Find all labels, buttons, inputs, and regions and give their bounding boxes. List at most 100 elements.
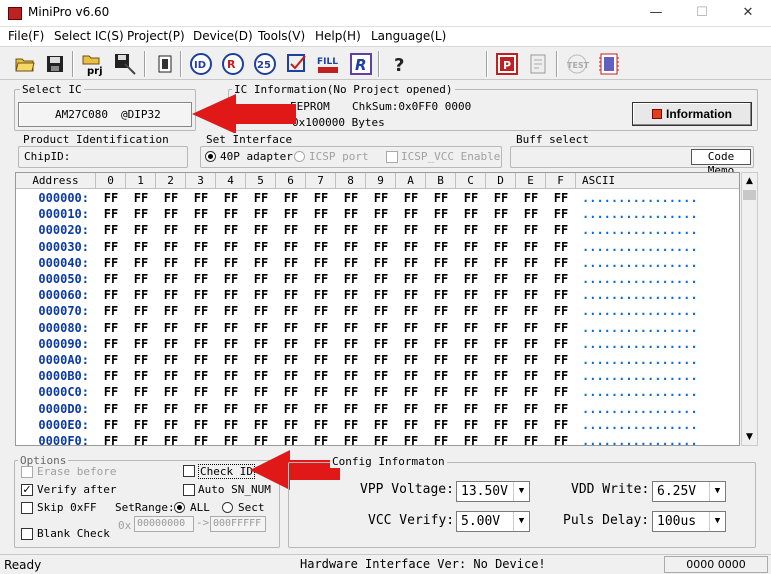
hex-cell[interactable]: FF: [216, 256, 246, 270]
hex-cell[interactable]: FF: [486, 353, 516, 367]
hex-cell[interactable]: FF: [486, 240, 516, 254]
read-id-icon[interactable]: ID: [188, 51, 214, 77]
hex-cell[interactable]: FF: [546, 207, 576, 221]
hex-cell[interactable]: FF: [246, 353, 276, 367]
hex-cell[interactable]: FF: [156, 402, 186, 416]
hex-cell[interactable]: FF: [156, 434, 186, 445]
ascii-cell[interactable]: ................: [582, 288, 698, 302]
ascii-cell[interactable]: ................: [582, 272, 698, 286]
hex-cell[interactable]: FF: [426, 434, 456, 445]
hex-cell[interactable]: FF: [516, 369, 546, 383]
hex-cell[interactable]: FF: [546, 240, 576, 254]
hex-cell[interactable]: FF: [396, 240, 426, 254]
hex-cell[interactable]: FF: [276, 272, 306, 286]
hex-cell[interactable]: FF: [186, 223, 216, 237]
hex-cell[interactable]: FF: [396, 321, 426, 335]
hex-cell[interactable]: FF: [246, 321, 276, 335]
hex-cell[interactable]: FF: [426, 272, 456, 286]
hex-cell[interactable]: FF: [546, 223, 576, 237]
hex-cell[interactable]: FF: [96, 337, 126, 351]
production-icon[interactable]: P: [494, 51, 520, 77]
hex-cell[interactable]: FF: [126, 369, 156, 383]
hex-cell[interactable]: FF: [186, 256, 216, 270]
hex-cell[interactable]: FF: [216, 369, 246, 383]
hex-cell[interactable]: FF: [306, 304, 336, 318]
hex-cell[interactable]: FF: [156, 207, 186, 221]
hex-cell[interactable]: FF: [306, 434, 336, 445]
hex-cell[interactable]: FF: [96, 304, 126, 318]
ascii-cell[interactable]: ................: [582, 256, 698, 270]
verify-icon[interactable]: [284, 51, 310, 77]
hex-cell[interactable]: FF: [516, 337, 546, 351]
hex-cell[interactable]: FF: [456, 385, 486, 399]
hex-cell[interactable]: FF: [336, 402, 366, 416]
hex-cell[interactable]: FF: [456, 434, 486, 445]
ascii-cell[interactable]: ................: [582, 321, 698, 335]
hex-cell[interactable]: FF: [426, 223, 456, 237]
hex-cell[interactable]: FF: [246, 418, 276, 432]
edit-icon[interactable]: [526, 51, 552, 77]
hex-cell[interactable]: FF: [246, 385, 276, 399]
hex-cell[interactable]: FF: [336, 191, 366, 205]
hex-cell[interactable]: FF: [516, 256, 546, 270]
hex-cell[interactable]: FF: [396, 353, 426, 367]
hex-cell[interactable]: FF: [216, 402, 246, 416]
hex-cell[interactable]: FF: [426, 207, 456, 221]
hex-cell[interactable]: FF: [186, 337, 216, 351]
help-icon[interactable]: ?: [386, 51, 412, 77]
hex-cell[interactable]: FF: [156, 191, 186, 205]
hex-cell[interactable]: FF: [276, 369, 306, 383]
hex-cell[interactable]: FF: [426, 304, 456, 318]
menu-tools[interactable]: Tools(V): [258, 29, 305, 43]
hex-cell[interactable]: FF: [186, 385, 216, 399]
scroll-thumb[interactable]: [743, 190, 756, 200]
scroll-up-icon[interactable]: ▲: [742, 173, 757, 189]
scroll-down-icon[interactable]: ▼: [742, 429, 757, 445]
chip-icon[interactable]: [152, 51, 178, 77]
ascii-cell[interactable]: ................: [582, 304, 698, 318]
hex-cell[interactable]: FF: [336, 256, 366, 270]
puls-delay-select[interactable]: 100us ▼: [652, 511, 726, 532]
hex-cell[interactable]: FF: [456, 191, 486, 205]
hex-cell[interactable]: FF: [246, 256, 276, 270]
hex-cell[interactable]: FF: [426, 353, 456, 367]
hex-cell[interactable]: FF: [126, 353, 156, 367]
adapter-40p-radio[interactable]: [205, 151, 216, 162]
hex-cell[interactable]: FF: [426, 240, 456, 254]
hex-cell[interactable]: FF: [126, 321, 156, 335]
ascii-cell[interactable]: ................: [582, 418, 698, 432]
range-end-input[interactable]: 000FFFFF: [210, 516, 266, 532]
hex-cell[interactable]: FF: [216, 385, 246, 399]
hex-cell[interactable]: FF: [186, 207, 216, 221]
hex-cell[interactable]: FF: [156, 337, 186, 351]
hex-cell[interactable]: FF: [306, 240, 336, 254]
menu-select-ic[interactable]: Select IC(S): [54, 29, 124, 43]
hex-cell[interactable]: FF: [516, 191, 546, 205]
hex-cell[interactable]: FF: [96, 288, 126, 302]
hex-cell[interactable]: FF: [156, 256, 186, 270]
hex-cell[interactable]: FF: [126, 304, 156, 318]
verify-after-checkbox[interactable]: ✓: [21, 484, 33, 496]
hex-cell[interactable]: FF: [216, 418, 246, 432]
hex-cell[interactable]: FF: [486, 223, 516, 237]
hex-cell[interactable]: FF: [246, 434, 276, 445]
hex-cell[interactable]: FF: [336, 272, 366, 286]
hex-cell[interactable]: FF: [546, 304, 576, 318]
hex-cell[interactable]: FF: [306, 288, 336, 302]
hex-cell[interactable]: FF: [396, 223, 426, 237]
hex-cell[interactable]: FF: [216, 272, 246, 286]
hex-cell[interactable]: FF: [516, 272, 546, 286]
hex-cell[interactable]: FF: [156, 288, 186, 302]
hex-cell[interactable]: FF: [276, 191, 306, 205]
hex-cell[interactable]: FF: [486, 272, 516, 286]
hex-cell[interactable]: FF: [366, 369, 396, 383]
hex-cell[interactable]: FF: [456, 223, 486, 237]
hex-cell[interactable]: FF: [516, 353, 546, 367]
ascii-cell[interactable]: ................: [582, 191, 698, 205]
program-icon[interactable]: 25: [252, 51, 278, 77]
hex-cell[interactable]: FF: [96, 369, 126, 383]
hex-cell[interactable]: FF: [516, 385, 546, 399]
hex-cell[interactable]: FF: [486, 434, 516, 445]
auto-sn-checkbox[interactable]: [183, 484, 195, 496]
menu-file[interactable]: File(F): [8, 29, 44, 43]
